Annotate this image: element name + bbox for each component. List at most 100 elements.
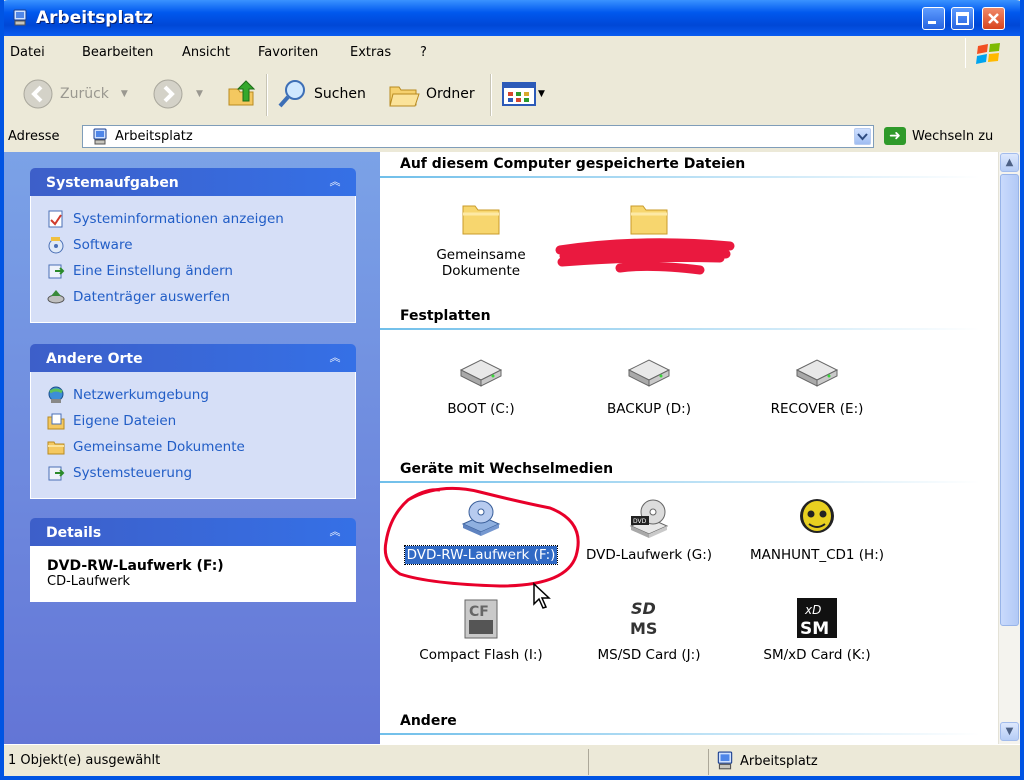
cd-autorun-skull-icon [800, 499, 834, 533]
up-folder-button[interactable] [226, 78, 256, 110]
redaction-scribble [555, 238, 735, 275]
panel-title: Andere Orte [46, 351, 143, 367]
forward-button[interactable]: ▼ [152, 78, 203, 110]
menu-extras[interactable]: Extras [350, 45, 391, 60]
place-network[interactable]: Netzwerkumgebung [47, 382, 343, 408]
dvd-drive-icon: DVD [629, 499, 669, 538]
menu-favoriten[interactable]: Favoriten [258, 45, 318, 60]
group-divider [380, 328, 980, 330]
group-divider [380, 733, 980, 735]
task-software[interactable]: Software [47, 232, 343, 258]
my-documents-icon [47, 413, 65, 430]
windows-logo [965, 38, 1012, 68]
task-change-setting[interactable]: Eine Einstellung ändern [47, 258, 343, 284]
menu-bearbeiten[interactable]: Bearbeiten [82, 45, 153, 60]
item-drive-h[interactable]: MANHUNT_CD1 (H:) [732, 496, 902, 564]
task-label: Eine Einstellung ändern [73, 263, 233, 279]
compact-flash-icon: CF [464, 599, 498, 639]
item-label: BACKUP (D:) [607, 401, 691, 417]
status-divider [708, 749, 709, 775]
vertical-scrollbar[interactable]: ▲ ▼ [998, 152, 1020, 744]
hard-drive-icon [627, 359, 671, 387]
group-header-files: Auf diesem Computer gespeicherte Dateien [400, 156, 746, 172]
close-button[interactable] [982, 7, 1005, 30]
my-computer-icon [93, 128, 107, 145]
item-label: DVD-Laufwerk (G:) [585, 547, 713, 563]
toolbar: Zurück ▼ ▼ Suchen Ordner ▼ [4, 68, 1020, 123]
back-dropdown-icon[interactable]: ▼ [121, 89, 128, 99]
back-button[interactable]: Zurück ▼ [22, 78, 128, 110]
search-button[interactable]: Suchen [276, 78, 366, 110]
menu-ansicht[interactable]: Ansicht [182, 45, 230, 60]
menu-help[interactable]: ? [420, 45, 427, 60]
maximize-button[interactable] [951, 7, 974, 30]
hard-drive-icon [795, 359, 839, 387]
item-drive-k[interactable]: xD SM SM/xD Card (K:) [732, 596, 902, 664]
place-shared-documents[interactable]: Gemeinsame Dokumente [47, 434, 343, 460]
go-button[interactable]: ➜ Wechseln zu [884, 127, 993, 145]
panel-header[interactable]: Andere Orte ︽ [30, 344, 356, 372]
scroll-thumb[interactable] [1000, 174, 1019, 626]
search-icon [278, 80, 305, 108]
collapse-chevron-icon[interactable]: ︽ [326, 349, 344, 367]
panel-body: Netzwerkumgebung Eigene Dateien Gemeinsa… [30, 372, 356, 499]
folders-icon [389, 86, 420, 107]
collapse-chevron-icon[interactable]: ︽ [326, 523, 344, 541]
address-input[interactable]: Arbeitsplatz [82, 125, 874, 148]
svg-text:MS: MS [630, 619, 657, 638]
my-computer-icon [717, 751, 733, 770]
item-drive-e[interactable]: RECOVER (E:) [732, 350, 902, 418]
toolbar-separator [266, 74, 268, 116]
address-dropdown-button[interactable] [854, 128, 871, 145]
sm-xd-card-icon: xD SM [797, 598, 837, 639]
item-label: BOOT (C:) [447, 401, 515, 417]
ms-sd-card-icon: SDMS [630, 599, 657, 638]
scroll-up-button[interactable]: ▲ [1000, 153, 1019, 172]
forward-dropdown-icon[interactable]: ▼ [196, 89, 203, 99]
folders-button[interactable]: Ordner [388, 78, 475, 110]
group-header-other: Andere [400, 713, 457, 729]
go-arrow-icon: ➜ [884, 127, 906, 145]
item-drive-j[interactable]: SD MS MS/SD Card (J:) [564, 596, 734, 664]
panel-header[interactable]: Details ︽ [30, 518, 356, 546]
minimize-button[interactable] [922, 7, 945, 30]
back-arrow-icon [23, 79, 53, 109]
task-eject[interactable]: Datenträger auswerfen [47, 284, 343, 310]
eject-drive-icon [47, 290, 65, 304]
task-label: Systeminformationen anzeigen [73, 211, 284, 227]
place-my-documents[interactable]: Eigene Dateien [47, 408, 343, 434]
views-button[interactable]: ▼ [502, 78, 545, 110]
task-pane: Systemaufgaben ︽ Systeminformationen anz… [4, 152, 380, 744]
item-drive-d[interactable]: BACKUP (D:) [564, 350, 734, 418]
software-icon [48, 237, 64, 254]
task-label: Software [73, 237, 133, 253]
status-location-label: Arbeitsplatz [740, 753, 818, 769]
item-drive-c[interactable]: BOOT (C:) [396, 350, 566, 418]
group-header-hard-disks: Festplatten [400, 308, 491, 324]
menu-datei[interactable]: Datei [10, 45, 45, 60]
up-folder-icon [228, 80, 256, 106]
windows-flag-icon [976, 43, 1000, 64]
panel-title: Systemaufgaben [46, 175, 179, 191]
svg-text:xD: xD [804, 603, 821, 617]
control-panel-icon [48, 466, 65, 481]
address-bar: Adresse Arbeitsplatz ➜ Wechseln zu [4, 122, 1020, 152]
collapse-chevron-icon[interactable]: ︽ [326, 173, 344, 191]
title-bar[interactable]: Arbeitsplatz [4, 0, 1020, 36]
svg-text:DVD: DVD [633, 518, 647, 525]
scroll-down-button[interactable]: ▼ [1000, 722, 1019, 741]
panel-header[interactable]: Systemaufgaben ︽ [30, 168, 356, 196]
my-computer-icon [13, 9, 27, 26]
details-name: DVD-RW-Laufwerk (F:) [47, 558, 224, 574]
item-shared-documents[interactable]: Gemeinsame Dokumente [396, 196, 566, 280]
place-label: Systemsteuerung [73, 465, 193, 481]
place-control-panel[interactable]: Systemsteuerung [47, 460, 343, 486]
back-label: Zurück [60, 86, 109, 102]
annotation-circle [383, 486, 580, 588]
svg-text:SM: SM [800, 619, 829, 639]
item-label: MS/SD Card (J:) [597, 647, 701, 663]
file-view: Auf diesem Computer gespeicherte Dateien… [380, 152, 998, 744]
close-icon [988, 13, 999, 24]
views-dropdown-icon[interactable]: ▼ [538, 89, 545, 99]
task-system-info[interactable]: Systeminformationen anzeigen [47, 206, 343, 232]
